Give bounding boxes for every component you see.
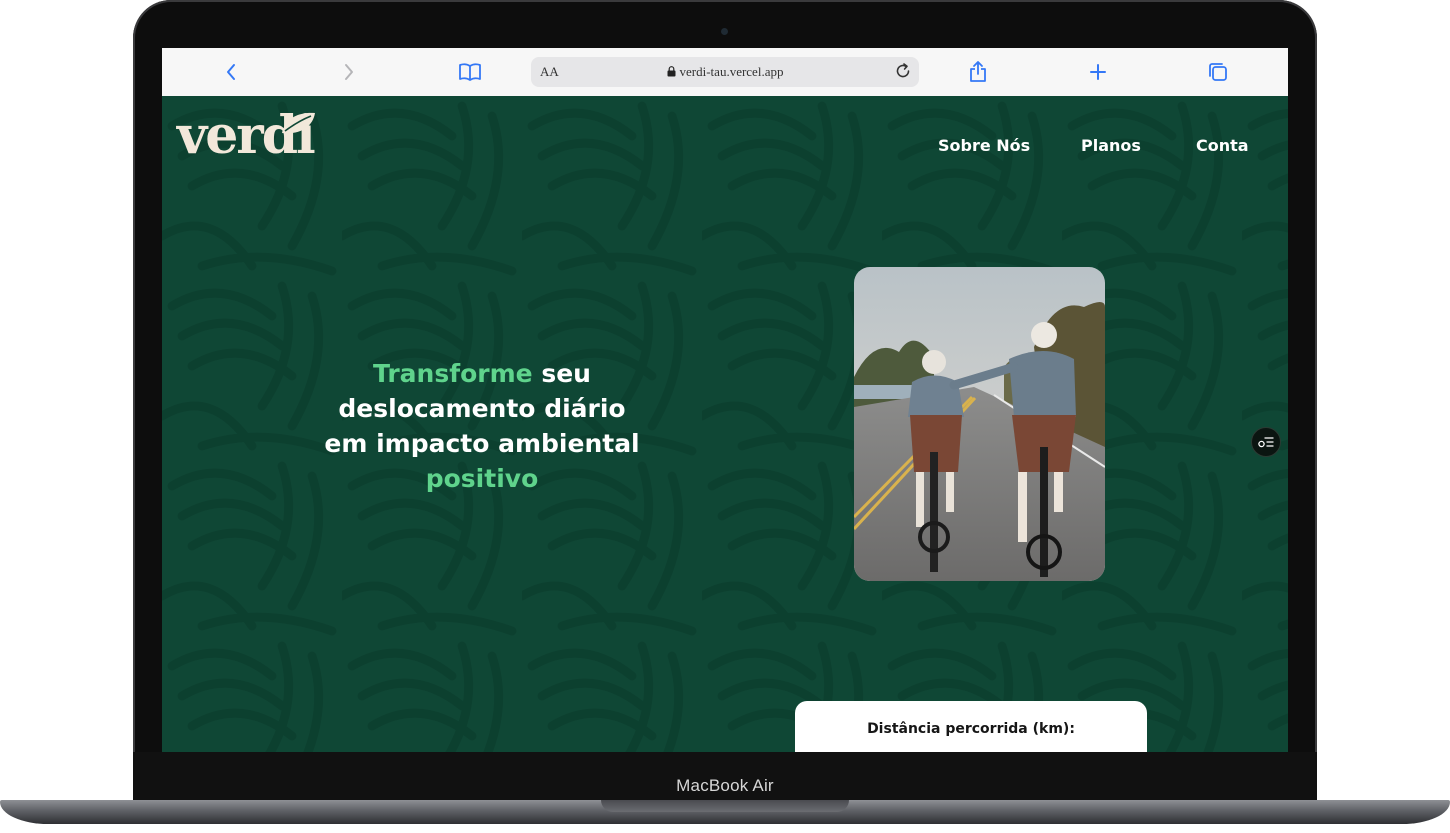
distance-label: Distância percorrida (km): — [867, 721, 1075, 737]
lock-icon — [667, 66, 676, 77]
url-text: verdi-tau.vercel.app — [679, 64, 784, 79]
plus-icon[interactable] — [1086, 60, 1110, 84]
hero-line2: deslocamento diário — [338, 394, 626, 423]
calculator-card: Distância percorrida (km): — [795, 701, 1147, 752]
hero-headline: Transforme seu deslocamento diário em im… — [282, 356, 682, 496]
nav-planos[interactable]: Planos — [1081, 136, 1141, 155]
reload-icon[interactable] — [893, 61, 913, 81]
chevron-left-icon[interactable] — [219, 60, 243, 84]
laptop-base-notch — [601, 800, 849, 812]
tabs-icon[interactable] — [1206, 60, 1230, 84]
nav-sobre-nos[interactable]: Sobre Nós — [938, 136, 1030, 155]
settings-list-icon — [1258, 437, 1274, 448]
macbook-model-label: MacBook Air — [676, 776, 774, 795]
chevron-right-icon[interactable] — [337, 60, 361, 84]
hero-accent-transforme: Transforme — [373, 359, 533, 388]
url-display: verdi-tau.vercel.app — [531, 64, 919, 80]
book-icon[interactable] — [458, 60, 482, 84]
web-page: verdi Sobre Nós Planos Conta Transforme … — [162, 96, 1288, 752]
logo-leaf-icon — [282, 112, 315, 134]
hero-photo-cyclists — [854, 267, 1105, 581]
floating-menu-button[interactable] — [1251, 427, 1281, 457]
browser-toolbar: AA verdi-tau.vercel.app — [162, 48, 1288, 97]
hero-line3: em impacto ambiental — [324, 429, 640, 458]
share-icon[interactable] — [966, 60, 990, 84]
screen: AA verdi-tau.vercel.app verdi Sobre Nós … — [162, 48, 1288, 752]
hero-line1-rest: seu — [532, 359, 591, 388]
hero-accent-positivo: positivo — [425, 464, 539, 493]
camera — [721, 28, 728, 35]
nav-conta[interactable]: Conta — [1196, 136, 1249, 155]
address-bar[interactable]: AA verdi-tau.vercel.app — [531, 57, 919, 87]
